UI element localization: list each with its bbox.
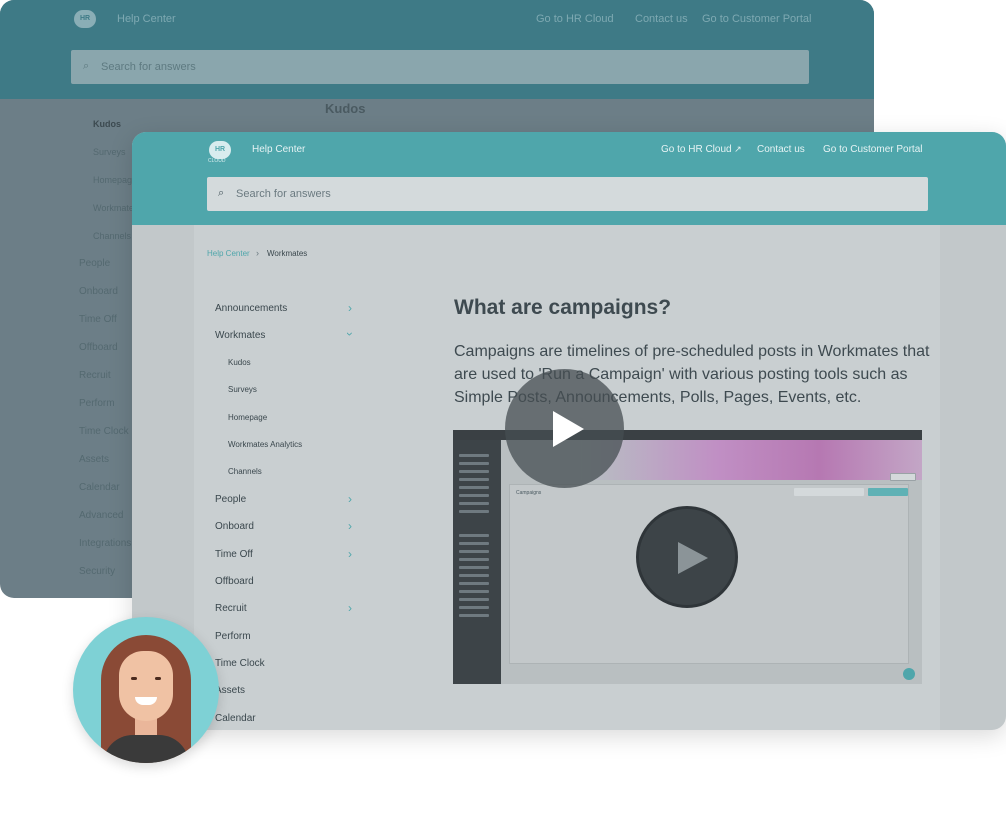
nav-go-to-hr-cloud[interactable]: Go to HR Cloud ↗ [661, 144, 742, 155]
back-header: HR Help Center Go to HR Cloud Contact us… [0, 0, 874, 99]
back-sidebar-offboard[interactable]: Offboard [79, 342, 118, 353]
back-sidebar-perform[interactable]: Perform [79, 398, 115, 409]
back-logo[interactable]: HR [74, 10, 96, 28]
sidebar-subitem-workmates-analytics[interactable]: Workmates Analytics [228, 440, 302, 449]
chevron-right-icon[interactable]: › [348, 601, 352, 615]
chevron-right-icon[interactable]: › [348, 519, 352, 533]
back-sidebar-recruit[interactable]: Recruit [79, 370, 111, 381]
sidebar-item-perform[interactable]: Perform [215, 631, 251, 642]
breadcrumb-chevron-icon: › [256, 248, 259, 258]
back-nav-customer-portal[interactable]: Go to Customer Portal [702, 13, 811, 25]
search-icon: ⌕ [218, 187, 225, 199]
video-inner-search [794, 488, 864, 496]
sidebar-item-time-clock[interactable]: Time Clock [215, 658, 265, 669]
back-search-input[interactable]: ⌕ Search for answers [71, 50, 809, 84]
chevron-right-icon[interactable]: › [348, 547, 352, 561]
play-icon[interactable] [505, 369, 624, 488]
back-sidebar-item-kudos[interactable]: Kudos [93, 119, 121, 129]
video-app-sidebar [453, 440, 501, 684]
back-sidebar-item-homepage[interactable]: Homepage [93, 175, 137, 185]
nav-customer-portal[interactable]: Go to Customer Portal [823, 144, 922, 155]
back-sidebar-time-clock[interactable]: Time Clock [79, 426, 129, 437]
hr-cloud-logo-sub: CLOUD [208, 158, 226, 164]
play-icon[interactable] [636, 506, 738, 608]
nav-go-to-hr-cloud-label: Go to HR Cloud [661, 144, 732, 155]
back-sidebar-onboard[interactable]: Onboard [79, 286, 118, 297]
back-sidebar-security[interactable]: Security [79, 566, 115, 577]
support-agent-avatar [73, 617, 219, 763]
hr-cloud-logo[interactable]: HR [209, 141, 231, 159]
sidebar-subitem-surveys[interactable]: Surveys [228, 385, 257, 394]
sidebar-item-assets[interactable]: Assets [215, 685, 245, 696]
back-sidebar-assets[interactable]: Assets [79, 454, 109, 465]
back-sidebar-integrations[interactable]: Integrations [79, 538, 131, 549]
external-link-icon: ↗ [731, 144, 742, 154]
back-nav-hr-cloud[interactable]: Go to HR Cloud [536, 13, 614, 25]
video-campaigns-title: Campaigns [516, 490, 542, 496]
back-nav-contact[interactable]: Contact us [635, 13, 688, 25]
back-sidebar-time-off[interactable]: Time Off [79, 314, 117, 325]
sidebar-subitem-homepage[interactable]: Homepage [228, 413, 267, 422]
chat-bubble-icon [903, 668, 915, 680]
chevron-right-icon[interactable]: › [348, 492, 352, 506]
video-inner-button [868, 488, 908, 496]
search-icon: ⌕ [83, 60, 90, 72]
back-article-title: Kudos [325, 101, 366, 116]
sidebar-item-announcements[interactable]: Announcements [215, 303, 287, 314]
marketing-composite: HR Help Center Go to HR Cloud Contact us… [0, 0, 1006, 830]
back-sidebar-people[interactable]: People [79, 258, 110, 269]
chevron-down-icon[interactable]: › [343, 332, 357, 336]
search-placeholder: Search for answers [236, 188, 331, 200]
chevron-right-icon[interactable]: › [348, 301, 352, 315]
back-sidebar-item-channels[interactable]: Channels [93, 231, 131, 241]
sidebar-subitem-kudos[interactable]: Kudos [228, 358, 251, 367]
sidebar-item-calendar[interactable]: Calendar [215, 713, 256, 724]
help-center-link[interactable]: Help Center [252, 144, 305, 155]
sidebar-item-time-off[interactable]: Time Off [215, 549, 253, 560]
video-add-button [890, 473, 916, 481]
sidebar-item-workmates[interactable]: Workmates [215, 330, 265, 341]
search-input[interactable]: ⌕ Search for answers [207, 177, 928, 211]
back-search-placeholder: Search for answers [101, 61, 196, 73]
sidebar-subitem-channels[interactable]: Channels [228, 467, 262, 476]
back-help-center-link[interactable]: Help Center [117, 13, 176, 25]
breadcrumb-current: Workmates [267, 249, 308, 258]
sidebar-item-onboard[interactable]: Onboard [215, 521, 254, 532]
back-sidebar-advanced[interactable]: Advanced [79, 510, 123, 521]
breadcrumb-help-center[interactable]: Help Center [207, 249, 250, 258]
sidebar-item-offboard[interactable]: Offboard [215, 576, 254, 587]
video-gradient-banner [581, 440, 922, 480]
front-header: HR CLOUD Help Center Go to HR Cloud ↗ Co… [132, 132, 1006, 225]
nav-contact-us[interactable]: Contact us [757, 144, 805, 155]
back-sidebar-calendar[interactable]: Calendar [79, 482, 120, 493]
article-title: What are campaigns? [454, 296, 672, 319]
sidebar-item-people[interactable]: People [215, 494, 246, 505]
back-sidebar-item-surveys[interactable]: Surveys [93, 147, 126, 157]
sidebar-item-recruit[interactable]: Recruit [215, 603, 247, 614]
